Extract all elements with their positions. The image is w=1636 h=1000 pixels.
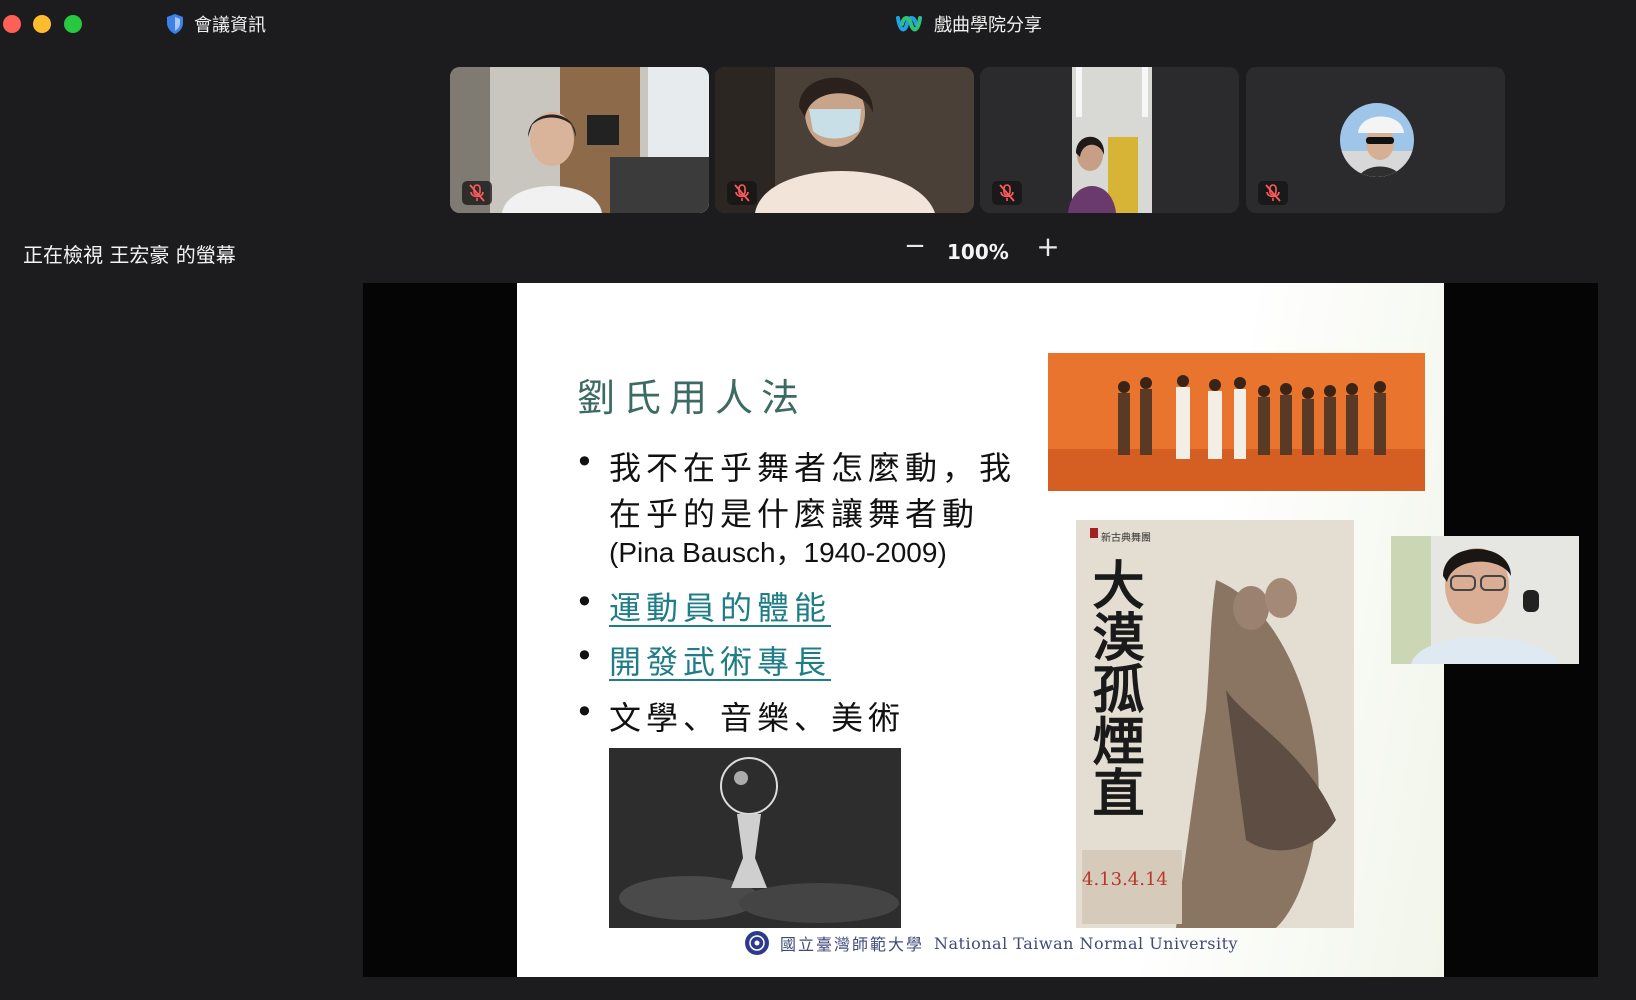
university-name-en: National Taiwan Normal University <box>934 933 1239 953</box>
minimize-window-button[interactable] <box>33 15 51 33</box>
zoom-out-button[interactable]: − <box>902 231 928 261</box>
bullet-1-line-2: 在乎的是什麼讓舞者動 <box>609 495 980 533</box>
slide-footer: 國立臺灣師範大學 National Taiwan Normal Universi… <box>744 930 1238 956</box>
close-window-button[interactable] <box>3 15 21 33</box>
sculpture-photo <box>609 748 901 928</box>
university-name-zh: 國立臺灣師範大學 <box>780 935 925 954</box>
viewing-screen-label: 正在檢視 王宏豪 的螢幕 <box>23 243 236 267</box>
mic-muted-icon <box>1258 181 1288 205</box>
bullet-4: 文學、音樂、美術 <box>609 699 906 737</box>
slide-title: 劉氏用人法 <box>577 376 808 420</box>
shield-icon <box>167 14 183 34</box>
zoom-window-button[interactable] <box>64 15 82 33</box>
mic-muted-icon <box>727 181 757 205</box>
dance-performance-photo <box>1048 353 1425 491</box>
mic-muted-icon <box>992 181 1022 205</box>
participant-tile-4[interactable] <box>1246 67 1505 213</box>
zoom-in-button[interactable]: + <box>1034 230 1062 263</box>
presenter-video[interactable] <box>1391 536 1579 664</box>
bullet-marker: • <box>575 693 594 731</box>
poster-title-calligraphy: 大漠孤煙直 <box>1083 558 1144 818</box>
shared-screen[interactable]: 劉氏用人法 • 我不在乎舞者怎麼動，我 在乎的是什麼讓舞者動 (Pina Bau… <box>363 283 1598 977</box>
zoom-level: 100% <box>947 240 1009 264</box>
bullet-3-link[interactable]: 開發武術專長 <box>609 637 831 683</box>
webex-logo-icon <box>896 16 922 32</box>
poster-dates: 4.13.4.14 <box>1082 869 1168 890</box>
bullet-marker: • <box>575 443 594 481</box>
meeting-title: 戲曲學院分享 <box>934 15 1042 36</box>
meeting-info-label: 會議資訊 <box>194 15 266 36</box>
meeting-info-button[interactable]: 會議資訊 <box>166 12 266 36</box>
poster-company: 新古典舞團 <box>1101 533 1151 544</box>
bullet-1-line-1: 我不在乎舞者怎麼動，我 <box>609 449 1017 487</box>
window-title: 戲曲學院分享 <box>896 12 1042 36</box>
bullet-2-link[interactable]: 運動員的體能 <box>609 583 831 629</box>
university-seal-icon <box>745 931 769 955</box>
mic-muted-icon <box>462 181 492 205</box>
window-title-bar: 會議資訊 戲曲學院分享 <box>0 0 1636 48</box>
participant-tile-2[interactable] <box>715 67 974 213</box>
bullet-1-citation: (Pina Bausch，1940-2009) <box>609 537 947 568</box>
bullet-marker: • <box>575 583 594 621</box>
presentation-slide: 劉氏用人法 • 我不在乎舞者怎麼動，我 在乎的是什麼讓舞者動 (Pina Bau… <box>517 283 1444 977</box>
bullet-marker: • <box>575 637 594 675</box>
participant-tile-1[interactable] <box>450 67 709 213</box>
participant-tile-3[interactable] <box>980 67 1239 213</box>
